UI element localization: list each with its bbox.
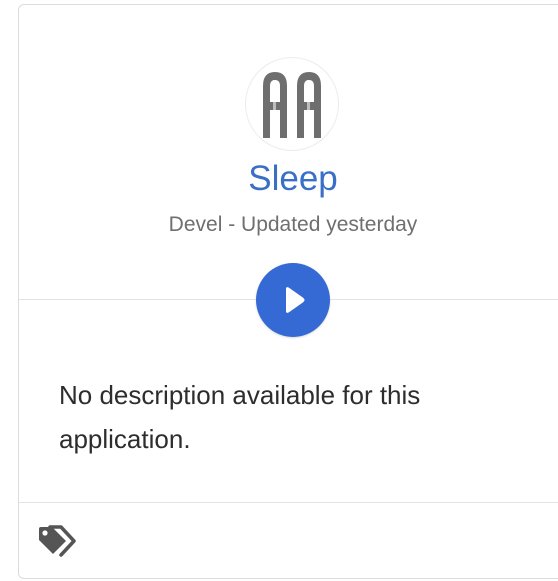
app-card: Sleep Devel - Updated yesterday No descr…	[18, 4, 558, 579]
play-button[interactable]	[256, 263, 330, 337]
play-icon	[286, 287, 305, 313]
aa-monogram-logo-icon	[263, 72, 321, 138]
footer-divider	[19, 502, 558, 503]
app-description: No description available for this applic…	[59, 380, 421, 454]
tags-icon[interactable]	[36, 524, 76, 558]
app-card-header: Sleep Devel - Updated yesterday	[19, 5, 558, 299]
app-title[interactable]: Sleep	[19, 157, 558, 201]
app-logo	[245, 57, 339, 151]
app-meta-text: Devel - Updated yesterday	[168, 213, 418, 236]
